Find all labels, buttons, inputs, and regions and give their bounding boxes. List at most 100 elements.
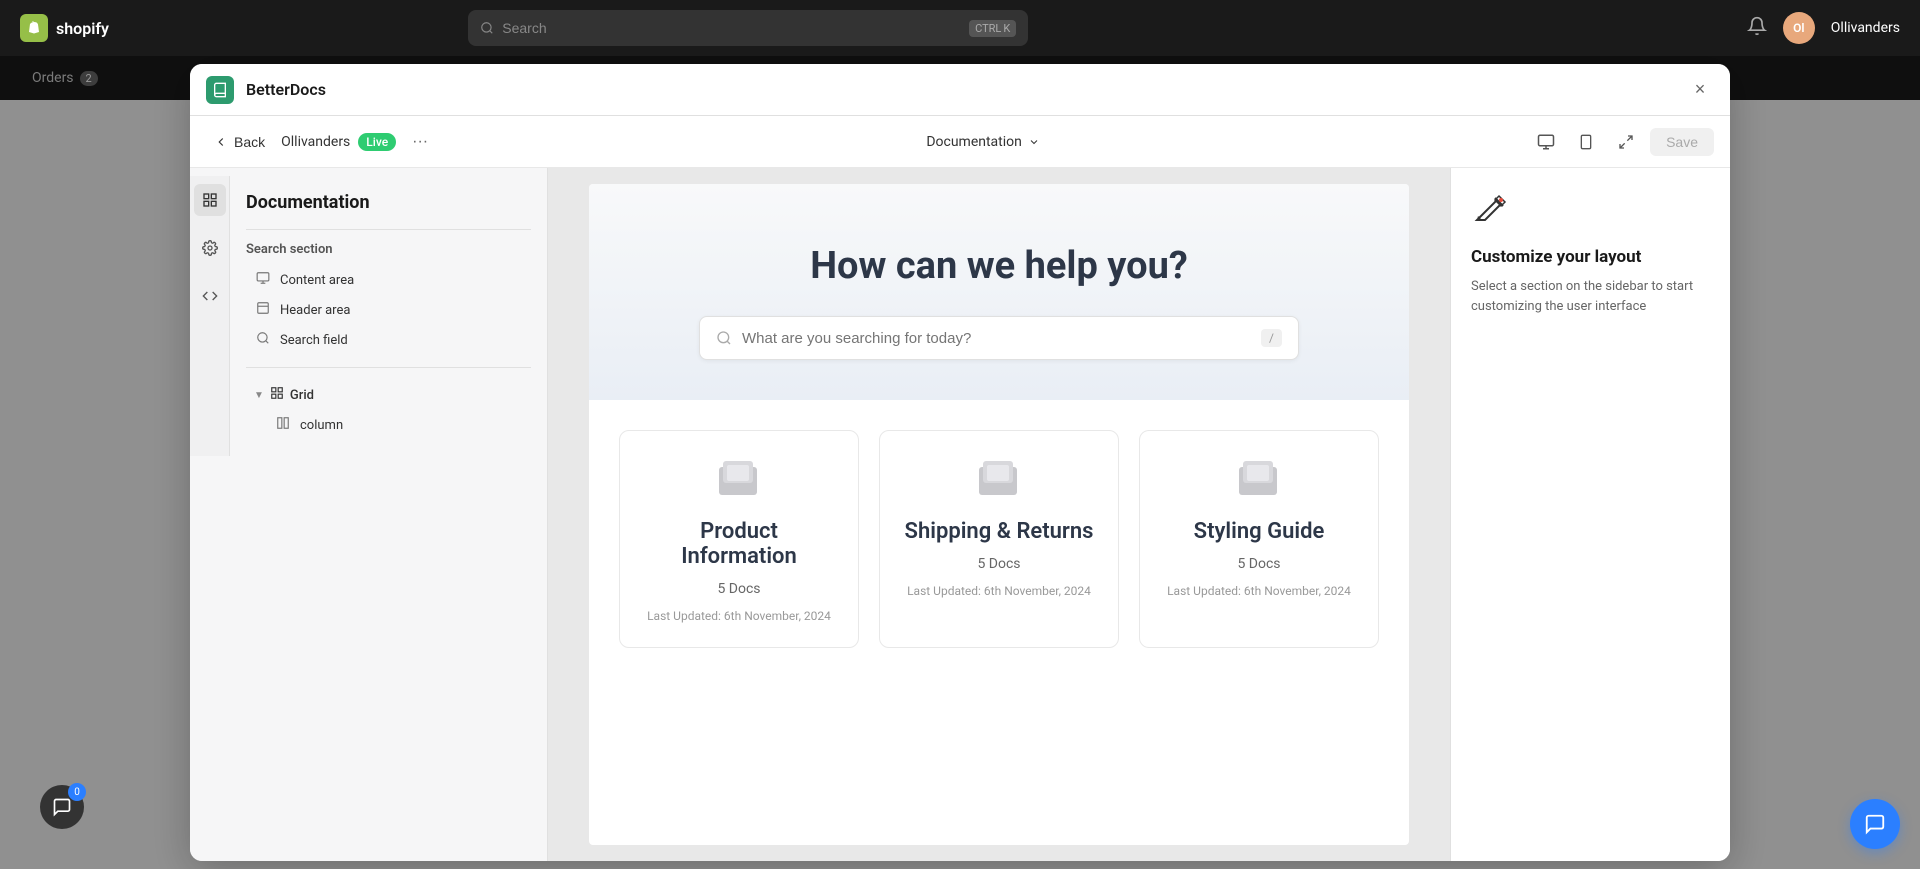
search-icon — [480, 21, 494, 35]
sidebar-icon-strip — [190, 176, 230, 456]
back-arrow-icon — [214, 135, 228, 149]
topbar-search-input[interactable] — [502, 20, 961, 36]
doc-search-bar[interactable]: / — [699, 316, 1299, 360]
notification-bubble-container: 0 — [20, 805, 64, 849]
topbar-search-container[interactable]: CTRL K — [468, 10, 1028, 46]
doc-card-1[interactable]: Shipping & Returns 5 Docs Last Updated: … — [879, 430, 1119, 648]
gear-icon — [202, 240, 218, 256]
expand-view-button[interactable] — [1610, 126, 1642, 158]
shopify-topbar: shopify CTRL K Ol Ollivanders — [0, 0, 1920, 56]
sidebar-item-search-field[interactable]: Search field — [246, 325, 531, 355]
chat-icon — [52, 797, 72, 817]
preview-area: How can we help you? / — [548, 168, 1450, 861]
modal-header: BetterDocs × — [190, 64, 1730, 116]
modal-overlay: BetterDocs × Back Ollivanders Live ··· D… — [0, 56, 1920, 869]
column-icon — [274, 416, 292, 434]
doc-card-date-0: Last Updated: 6th November, 2024 — [647, 609, 831, 623]
code-icon-button[interactable] — [194, 280, 226, 312]
right-panel-title: Customize your layout — [1471, 247, 1710, 267]
column-label: column — [300, 418, 343, 433]
doc-card-title-1: Shipping & Returns — [905, 519, 1094, 544]
preview-scroll[interactable]: How can we help you? / — [548, 168, 1450, 861]
sections-icon-button[interactable] — [194, 184, 226, 216]
doc-card-2[interactable]: Styling Guide 5 Docs Last Updated: 6th N… — [1139, 430, 1379, 648]
sections-icon — [202, 192, 218, 208]
topbar-right: Ol Ollivanders — [1747, 12, 1900, 44]
doc-card-grid: Product Information 5 Docs Last Updated:… — [589, 400, 1409, 688]
doc-search-shortcut: / — [1261, 329, 1282, 347]
editor-sidebar: Documentation Search section Content are… — [190, 168, 548, 861]
notification-count: 0 — [68, 783, 86, 801]
doc-card-count-2: 5 Docs — [1237, 556, 1280, 572]
doc-card-count-0: 5 Docs — [717, 581, 760, 597]
doc-card-icon-0 — [719, 461, 759, 503]
doc-card-title-0: Product Information — [640, 519, 838, 569]
search-field-icon — [254, 331, 272, 349]
content-area-label: Content area — [280, 273, 354, 288]
save-button[interactable]: Save — [1650, 128, 1714, 156]
store-name: Ollivanders — [281, 134, 350, 150]
doc-card-date-2: Last Updated: 6th November, 2024 — [1167, 584, 1351, 598]
doc-card-0[interactable]: Product Information 5 Docs Last Updated:… — [619, 430, 859, 648]
doc-search-icon — [716, 330, 732, 346]
expand-icon — [1618, 134, 1634, 150]
chat-bubble[interactable] — [1850, 799, 1900, 849]
search-shortcut: CTRL K — [969, 20, 1016, 37]
documentation-dropdown[interactable]: Documentation — [914, 130, 1052, 154]
doc-card-icon-1 — [979, 461, 1019, 503]
search-field-label: Search field — [280, 333, 348, 348]
mobile-view-button[interactable] — [1570, 126, 1602, 158]
doc-card-count-1: 5 Docs — [977, 556, 1020, 572]
more-options-button[interactable]: ··· — [404, 129, 436, 155]
chevron-down-icon: ▼ — [254, 390, 264, 401]
modal-app-icon — [206, 76, 234, 104]
right-panel: Customize your layout Select a section o… — [1450, 168, 1730, 861]
sidebar-item-header-area[interactable]: Header area — [246, 295, 531, 325]
shopify-logo: shopify — [20, 14, 109, 42]
doc-card-date-1: Last Updated: 6th November, 2024 — [907, 584, 1091, 598]
doc-search-input[interactable] — [742, 330, 1251, 347]
desktop-view-button[interactable] — [1530, 126, 1562, 158]
right-panel-description: Select a section on the sidebar to start… — [1471, 277, 1710, 316]
username-label: Ollivanders — [1831, 20, 1900, 36]
sidebar-content: Documentation Search section Content are… — [230, 176, 547, 456]
customize-icon — [1471, 192, 1710, 235]
editor-body: Documentation Search section Content are… — [190, 168, 1730, 861]
chat-bubble-icon — [1864, 813, 1886, 835]
toolbar-right: Save — [1530, 126, 1714, 158]
settings-icon-button[interactable] — [194, 232, 226, 264]
modal-title: BetterDocs — [246, 80, 326, 99]
chevron-down-icon — [1028, 136, 1040, 148]
sidebar-divider-1 — [246, 229, 531, 230]
back-button[interactable]: Back — [206, 130, 273, 154]
sidebar-title: Documentation — [246, 192, 531, 213]
sidebar-item-column[interactable]: column — [246, 410, 531, 440]
modal-close-button[interactable]: × — [1686, 76, 1714, 104]
doc-card-title-2: Styling Guide — [1194, 519, 1325, 544]
betterdocs-modal: BetterDocs × Back Ollivanders Live ··· D… — [190, 64, 1730, 861]
header-area-label: Header area — [280, 303, 350, 318]
sidebar-item-content-area[interactable]: Content area — [246, 265, 531, 295]
toolbar-center: Documentation — [444, 130, 1522, 154]
desktop-icon — [1537, 133, 1555, 151]
grid-group-header[interactable]: ▼ Grid — [246, 380, 531, 410]
content-area-icon — [254, 271, 272, 289]
preview-frame: How can we help you? / — [589, 184, 1409, 845]
code-icon — [202, 288, 218, 304]
header-area-icon — [254, 301, 272, 319]
hero-title: How can we help you? — [629, 244, 1369, 288]
editor-toolbar: Back Ollivanders Live ··· Documentation — [190, 116, 1730, 168]
grid-icon — [270, 386, 284, 404]
mobile-icon — [1578, 134, 1594, 150]
search-section-label: Search section — [246, 242, 531, 257]
user-avatar[interactable]: Ol — [1783, 12, 1815, 44]
shopify-logo-text: shopify — [56, 19, 109, 38]
sidebar-divider-2 — [246, 367, 531, 368]
bell-icon[interactable] — [1747, 16, 1767, 41]
sidebar-inner: Documentation Search section Content are… — [190, 176, 547, 456]
shopify-logo-icon — [20, 14, 48, 42]
notification-bubble[interactable]: 0 — [40, 785, 84, 829]
doc-card-icon-2 — [1239, 461, 1279, 503]
doc-hero: How can we help you? / — [589, 184, 1409, 400]
live-badge: Live — [358, 133, 396, 151]
